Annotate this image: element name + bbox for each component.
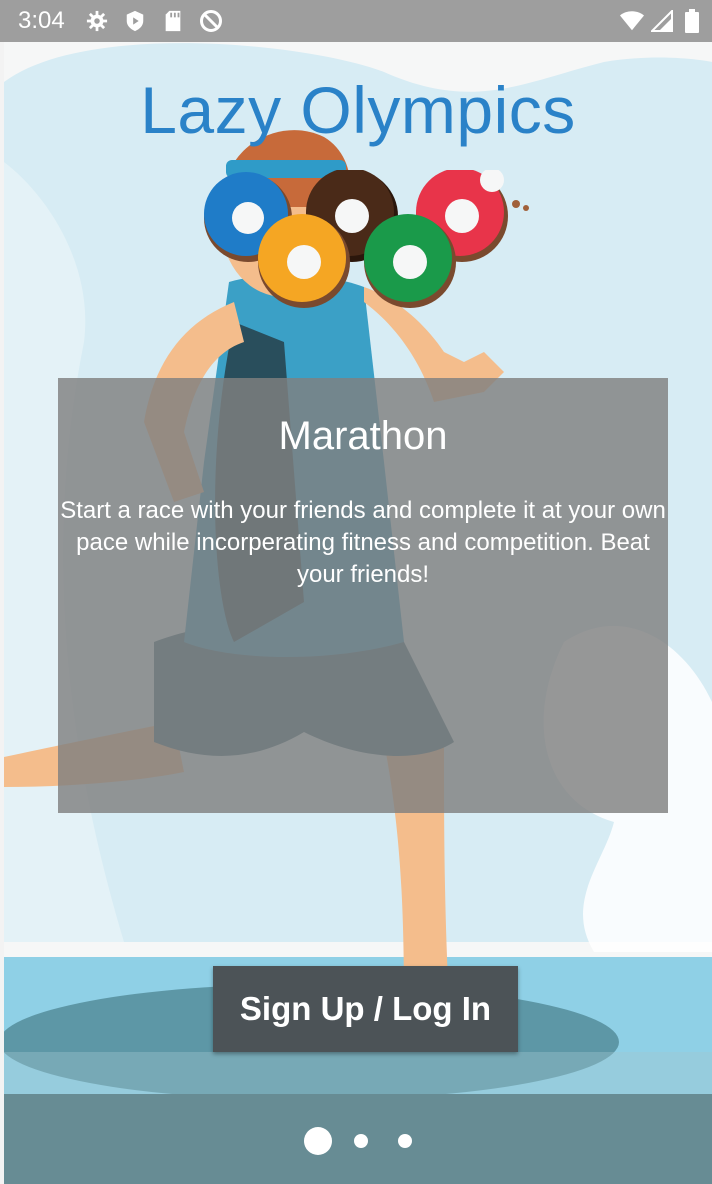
onboarding-screen: Lazy Olympics Marathon Start a race with… [4, 42, 712, 1184]
status-time: 3:04 [18, 7, 65, 34]
app-title: Lazy Olympics [140, 73, 576, 147]
feature-heading: Marathon [278, 414, 448, 458]
feature-card: Marathon Start a race with your friends … [58, 378, 668, 813]
battery-icon [680, 9, 704, 33]
page-indicator [4, 1127, 712, 1155]
signal-icon [650, 9, 674, 33]
sd-card-icon [161, 9, 185, 33]
wifi-icon [620, 9, 644, 33]
feature-description: Start a race with your friends and compl… [60, 497, 666, 588]
donut-rings-logo [204, 170, 529, 308]
shield-play-icon [123, 9, 147, 33]
page-dot-3[interactable] [398, 1134, 412, 1148]
signup-login-button[interactable]: Sign Up / Log In [213, 966, 518, 1052]
page-dot-1[interactable] [304, 1127, 332, 1155]
do-not-disturb-icon [199, 9, 223, 33]
page-dot-2[interactable] [354, 1134, 368, 1148]
status-bar: 3:04 [0, 0, 712, 42]
gear-icon [85, 9, 109, 33]
